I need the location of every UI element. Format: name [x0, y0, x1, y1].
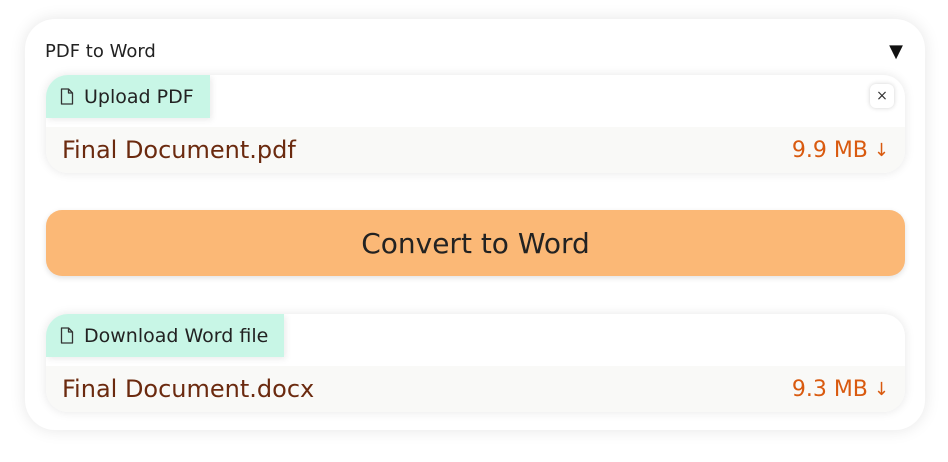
document-icon	[60, 88, 74, 105]
upload-file-size-text: 9.9 MB	[791, 137, 868, 163]
download-file-size[interactable]: 9.3 MB ↓	[792, 377, 889, 402]
close-button[interactable]: ×	[870, 84, 894, 108]
upload-pdf-label-text: Upload PDF	[84, 85, 194, 108]
download-panel: Download Word file Final Document.docx 9…	[46, 314, 905, 412]
close-icon: ×	[876, 88, 888, 104]
download-word-label-text: Download Word file	[84, 324, 269, 347]
converter-card: PDF to Word ▼ Upload PDF × Final Documen…	[25, 19, 925, 430]
convert-to-word-button[interactable]: Convert to Word	[46, 210, 905, 276]
download-file-size-text: 9.3 MB	[791, 376, 868, 402]
upload-panel: Upload PDF × Final Document.pdf 9.9 MB ↓	[46, 75, 905, 173]
collapse-toggle-icon[interactable]: ▼	[889, 41, 903, 62]
card-header: PDF to Word ▼	[45, 39, 905, 63]
upload-file-size[interactable]: 9.9 MB ↓	[792, 138, 889, 163]
upload-file-name: Final Document.pdf	[62, 136, 296, 164]
download-word-label[interactable]: Download Word file	[46, 314, 285, 357]
card-title: PDF to Word	[45, 40, 156, 62]
document-icon	[60, 327, 74, 344]
upload-pdf-label[interactable]: Upload PDF	[46, 75, 210, 118]
download-file-row: Final Document.docx 9.3 MB ↓	[46, 366, 905, 412]
upload-file-row: Final Document.pdf 9.9 MB ↓	[46, 127, 905, 173]
download-arrow-icon: ↓	[873, 139, 889, 161]
download-file-name: Final Document.docx	[62, 375, 315, 403]
download-arrow-icon: ↓	[873, 378, 889, 400]
